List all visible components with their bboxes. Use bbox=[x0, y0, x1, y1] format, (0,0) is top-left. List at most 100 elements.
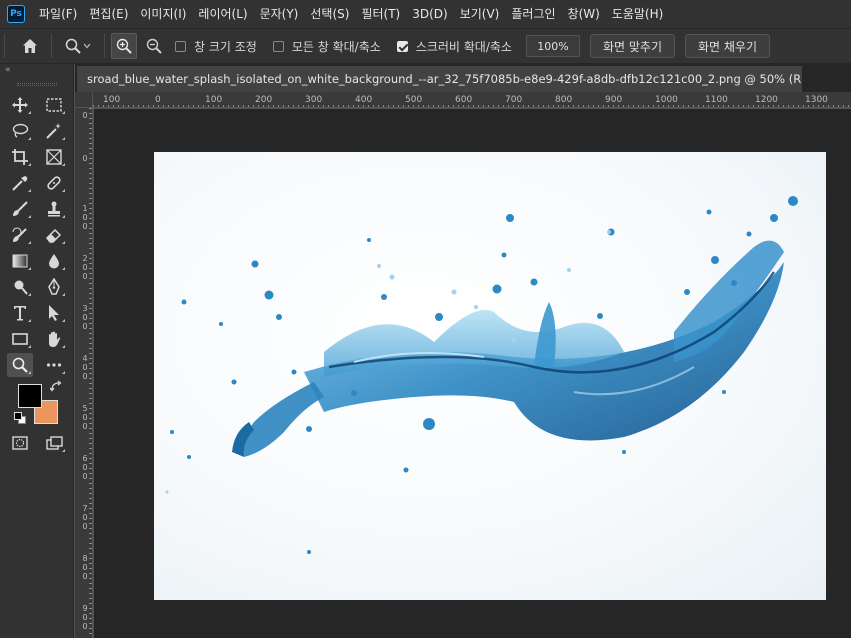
document-tab[interactable]: sroad_blue_water_splash_isolated_on_whit… bbox=[77, 66, 802, 92]
options-separator bbox=[51, 34, 52, 58]
ruler-label: 400 bbox=[355, 95, 373, 105]
zoom-percent-field[interactable]: 100% bbox=[525, 35, 580, 57]
ruler-label: 700 bbox=[505, 95, 523, 105]
lasso-icon[interactable] bbox=[7, 119, 33, 143]
ruler-label: 600 bbox=[82, 454, 88, 481]
frame-icon[interactable] bbox=[41, 145, 67, 169]
menu-view[interactable]: 보기(V) bbox=[454, 0, 506, 28]
horizontal-ruler[interactable]: 100 0 100 200 300 400 500 600 700 800 90… bbox=[93, 92, 851, 108]
zoom-tool-preset-icon[interactable] bbox=[58, 33, 98, 59]
ruler-label: 0 bbox=[82, 111, 88, 120]
crop-icon[interactable] bbox=[7, 145, 33, 169]
zoom-all-windows-checkbox[interactable]: 모든 창 확대/축소 bbox=[272, 38, 381, 55]
brush-icon[interactable] bbox=[7, 197, 33, 221]
history-brush-icon[interactable] bbox=[7, 223, 33, 247]
ruler-label: 100 bbox=[82, 204, 88, 231]
scrubby-zoom-checkbox[interactable]: 스크러비 확대/축소 bbox=[396, 38, 512, 55]
fill-screen-button[interactable]: 화면 채우기 bbox=[685, 34, 771, 58]
checkbox-box[interactable] bbox=[272, 40, 284, 52]
ruler-label: 700 bbox=[82, 504, 88, 531]
menu-edit[interactable]: 편집(E) bbox=[83, 0, 134, 28]
menu-layer[interactable]: 레이어(L) bbox=[192, 0, 253, 28]
default-colors-icon[interactable] bbox=[14, 412, 26, 424]
zoom-in-icon[interactable] bbox=[111, 33, 137, 59]
water-splash-image bbox=[165, 196, 798, 554]
path-select-icon[interactable] bbox=[41, 301, 67, 325]
ruler-label: 100 bbox=[103, 95, 121, 105]
color-swatches bbox=[0, 380, 73, 434]
menu-type[interactable]: 문자(Y) bbox=[254, 0, 305, 28]
zoom-icon[interactable] bbox=[7, 353, 33, 377]
ruler-label: 800 bbox=[555, 95, 573, 105]
document-canvas[interactable] bbox=[154, 152, 826, 600]
ruler-label: 200 bbox=[82, 254, 88, 281]
menu-help[interactable]: 도움말(H) bbox=[606, 0, 670, 28]
zoom-all-windows-label: 모든 창 확대/축소 bbox=[291, 39, 381, 54]
canvas-area[interactable] bbox=[94, 109, 851, 638]
ruler-label: 200 bbox=[255, 95, 273, 105]
menu-bar: Ps 파일(F) 편집(E) 이미지(I) 레이어(L) 문자(Y) 선택(S)… bbox=[0, 0, 851, 28]
magic-wand-icon[interactable] bbox=[41, 119, 67, 143]
move-icon[interactable] bbox=[7, 93, 33, 117]
options-grip bbox=[4, 34, 5, 58]
ruler-label: 800 bbox=[82, 554, 88, 581]
clone-stamp-icon[interactable] bbox=[41, 197, 67, 221]
checkbox-box-checked[interactable] bbox=[396, 40, 408, 52]
toolbox-grip[interactable] bbox=[0, 76, 73, 92]
more-tools-icon[interactable] bbox=[41, 353, 67, 377]
ruler-label: 1100 bbox=[705, 95, 728, 105]
chevron-down-icon bbox=[83, 43, 91, 49]
document-tab-title: sroad_blue_water_splash_isolated_on_whit… bbox=[87, 72, 802, 86]
fit-screen-button[interactable]: 화면 맞추기 bbox=[589, 34, 675, 58]
gradient-icon[interactable] bbox=[7, 249, 33, 273]
menu-3d[interactable]: 3D(D) bbox=[406, 0, 453, 28]
menu-file[interactable]: 파일(F) bbox=[33, 0, 83, 28]
menu-window[interactable]: 창(W) bbox=[562, 0, 606, 28]
toolbox: « bbox=[0, 64, 74, 638]
ruler-label: 100 bbox=[205, 95, 223, 105]
ruler-label: 900 bbox=[82, 604, 88, 631]
ruler-label: 1300 bbox=[805, 95, 828, 105]
ruler-label: 0 bbox=[82, 154, 88, 163]
eraser-icon[interactable] bbox=[41, 223, 67, 247]
resize-windows-label: 창 크기 조정 bbox=[194, 39, 257, 54]
resize-windows-checkbox[interactable]: 창 크기 조정 bbox=[175, 38, 257, 55]
ruler-label: 900 bbox=[605, 95, 623, 105]
menu-plugins[interactable]: 플러그인 bbox=[505, 0, 561, 28]
scrubby-zoom-label: 스크러비 확대/축소 bbox=[415, 39, 512, 54]
zoom-out-icon[interactable] bbox=[141, 33, 167, 59]
ruler-label: 600 bbox=[455, 95, 473, 105]
eyedropper-icon[interactable] bbox=[7, 171, 33, 195]
ruler-label: 1200 bbox=[755, 95, 778, 105]
hand-icon[interactable] bbox=[41, 327, 67, 351]
vertical-ruler[interactable]: 0 0 100 200 300 400 500 600 700 800 900 bbox=[75, 108, 93, 638]
blur-icon[interactable] bbox=[41, 249, 67, 273]
checkbox-box[interactable] bbox=[175, 40, 186, 52]
swap-colors-icon[interactable] bbox=[49, 380, 62, 395]
ruler-label: 300 bbox=[305, 95, 323, 105]
toolbox-collapse-icon[interactable]: « bbox=[0, 64, 73, 76]
options-separator bbox=[104, 34, 105, 58]
photoshop-logo: Ps bbox=[7, 5, 25, 23]
healing-brush-icon[interactable] bbox=[41, 171, 67, 195]
dodge-icon[interactable] bbox=[7, 275, 33, 299]
ruler-origin[interactable] bbox=[75, 92, 93, 108]
menu-filter[interactable]: 필터(T) bbox=[355, 0, 406, 28]
pen-icon[interactable] bbox=[41, 275, 67, 299]
home-icon[interactable] bbox=[17, 33, 43, 59]
menu-select[interactable]: 선택(S) bbox=[304, 0, 355, 28]
ruler-label: 0 bbox=[155, 95, 161, 105]
ruler-label: 300 bbox=[82, 304, 88, 331]
ruler-label: 1000 bbox=[655, 95, 678, 105]
rectangle-icon[interactable] bbox=[7, 327, 33, 351]
foreground-color-swatch[interactable] bbox=[18, 384, 42, 408]
ruler-label: 400 bbox=[82, 354, 88, 381]
quick-mask-icon[interactable] bbox=[7, 431, 33, 455]
screen-mode-icon[interactable] bbox=[41, 431, 67, 455]
document-tab-bar: sroad_blue_water_splash_isolated_on_whit… bbox=[75, 64, 851, 92]
type-icon[interactable] bbox=[7, 301, 33, 325]
options-bar: 창 크기 조정 모든 창 확대/축소 스크러비 확대/축소 100% 화면 맞추… bbox=[0, 28, 851, 64]
menu-image[interactable]: 이미지(I) bbox=[134, 0, 192, 28]
ruler-label: 500 bbox=[405, 95, 423, 105]
marquee-icon[interactable] bbox=[41, 93, 67, 117]
